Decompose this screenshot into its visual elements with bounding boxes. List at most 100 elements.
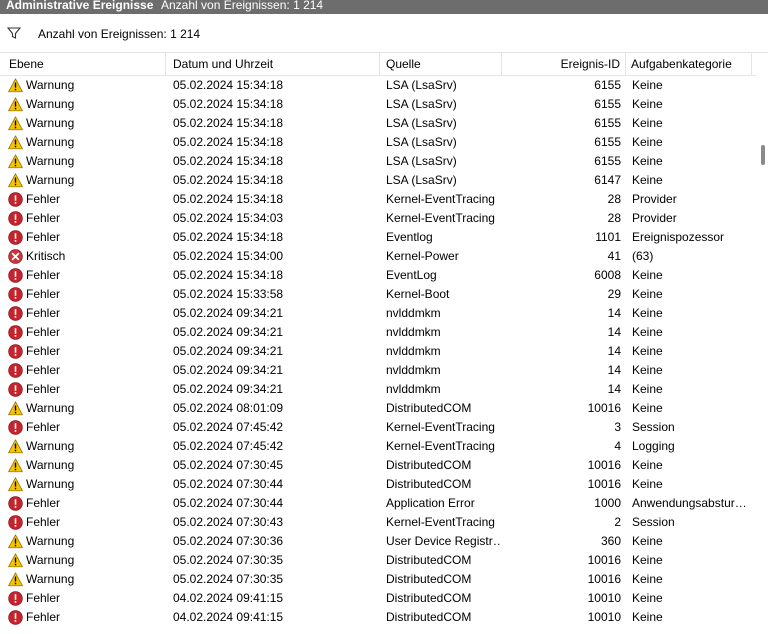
- cell-level: Fehler: [8, 190, 166, 209]
- table-row[interactable]: Warnung 05.02.2024 15:34:18 LSA (LsaSrv) 61…: [0, 171, 756, 190]
- column-header-source[interactable]: Quelle: [380, 53, 502, 75]
- table-row[interactable]: Warnung 05.02.2024 07:30:36 User Device Re…: [0, 532, 756, 551]
- cell-level: Warnung: [8, 570, 166, 589]
- cell-event-id: 29: [607, 287, 621, 301]
- cell-date: 05.02.2024 15:34:18: [173, 135, 284, 149]
- table-row[interactable]: Warnung 05.02.2024 07:30:45 DistributedCOM…: [0, 456, 756, 475]
- table-row[interactable]: Warnung 05.02.2024 07:30:35 DistributedCOM…: [0, 551, 756, 570]
- table-row[interactable]: Fehler 05.02.2024 07:45:42 Kernel-EventTra…: [0, 418, 756, 437]
- cell-source: DistributedCOM: [386, 401, 472, 415]
- level-label: Fehler: [26, 610, 61, 624]
- table-row[interactable]: Fehler 04.02.2024 09:41:15 DistributedCOM 1…: [0, 589, 756, 608]
- cell-date: 05.02.2024 15:34:00: [173, 249, 284, 263]
- level-label: Fehler: [26, 268, 61, 282]
- cell-level: Fehler: [8, 342, 166, 361]
- cell-source: DistributedCOM: [386, 610, 472, 624]
- cell-event-id: 28: [607, 192, 621, 206]
- column-header: Ebene Datum und Uhrzeit Quelle Ereignis-…: [0, 53, 756, 76]
- cell-category: Session: [632, 515, 675, 529]
- column-header-event-id[interactable]: Ereignis-ID: [502, 53, 626, 75]
- cell-date: 05.02.2024 15:34:18: [173, 173, 284, 187]
- cell-level: Fehler: [8, 266, 166, 285]
- cell-category: Keine: [632, 401, 663, 415]
- column-header-date[interactable]: Datum und Uhrzeit: [166, 53, 380, 75]
- cell-event-id: 2: [614, 515, 621, 529]
- table-row[interactable]: Fehler 05.02.2024 15:34:18 Eventlog 1101 Ere…: [0, 228, 756, 247]
- table-row[interactable]: Fehler 05.02.2024 09:34:21 nvlddmkm 14 Keine: [0, 380, 756, 399]
- cell-event-id: 4: [614, 439, 621, 453]
- cell-level: Warnung: [8, 399, 166, 418]
- warning-icon: [8, 477, 23, 492]
- error-icon: [8, 591, 23, 606]
- panel-event-count: Anzahl von Ereignissen: 1 214: [161, 0, 324, 12]
- table-row[interactable]: Fehler 05.02.2024 09:34:21 nvlddmkm 14 Keine: [0, 304, 756, 323]
- table-row[interactable]: Warnung 05.02.2024 15:34:18 LSA (LsaSrv) 61…: [0, 114, 756, 133]
- cell-event-id: 6155: [594, 154, 621, 168]
- table-row[interactable]: Fehler 05.02.2024 15:34:18 Kernel-EventTra…: [0, 190, 756, 209]
- cell-date: 05.02.2024 07:45:42: [173, 439, 284, 453]
- table-row[interactable]: Fehler 05.02.2024 09:34:21 nvlddmkm 14 Keine: [0, 361, 756, 380]
- level-label: Warnung: [26, 572, 75, 586]
- cell-event-id: 10016: [587, 401, 621, 415]
- cell-category: Keine: [632, 382, 663, 396]
- table-row[interactable]: Fehler 05.02.2024 07:30:44 Application Err…: [0, 494, 756, 513]
- table-row[interactable]: Fehler 05.02.2024 15:34:03 Kernel-EventTra…: [0, 209, 756, 228]
- level-label: Fehler: [26, 325, 61, 339]
- filter-icon[interactable]: [7, 26, 21, 40]
- level-label: Fehler: [26, 420, 61, 434]
- error-icon: [8, 363, 23, 378]
- warning-icon: [8, 154, 23, 169]
- table-row[interactable]: Fehler 05.02.2024 09:34:21 nvlddmkm 14 Keine: [0, 323, 756, 342]
- level-label: Warnung: [26, 154, 75, 168]
- vertical-scrollbar[interactable]: [756, 53, 768, 634]
- table-row[interactable]: Warnung 05.02.2024 15:34:18 LSA (LsaSrv) 61…: [0, 152, 756, 171]
- event-list[interactable]: Warnung 05.02.2024 15:34:18 LSA (LsaSrv) 61…: [0, 76, 756, 634]
- cell-source: nvlddmkm: [386, 306, 441, 320]
- cell-source: EventLog: [386, 268, 437, 282]
- cell-date: 05.02.2024 07:30:44: [173, 477, 284, 491]
- cell-level: Fehler: [8, 418, 166, 437]
- cell-category: Keine: [632, 344, 663, 358]
- cell-date: 05.02.2024 15:34:18: [173, 116, 284, 130]
- column-header-level[interactable]: Ebene: [0, 53, 166, 75]
- level-label: Fehler: [26, 287, 61, 301]
- critical-icon: [8, 249, 23, 264]
- cell-category: Logging: [632, 439, 675, 453]
- cell-date: 05.02.2024 09:34:21: [173, 363, 284, 377]
- cell-event-id: 6155: [594, 135, 621, 149]
- cell-category: Keine: [632, 477, 663, 491]
- filter-bar: Anzahl von Ereignissen: 1 214: [0, 14, 768, 53]
- table-row[interactable]: Warnung 05.02.2024 07:45:42 Kernel-EventTr…: [0, 437, 756, 456]
- title-bar: Administrative Ereignisse Anzahl von Ere…: [0, 0, 768, 14]
- table-row[interactable]: Fehler 05.02.2024 09:34:21 nvlddmkm 14 Keine: [0, 342, 756, 361]
- cell-date: 05.02.2024 07:30:44: [173, 496, 284, 510]
- table-row[interactable]: Kritisch 05.02.2024 15:34:00 Kernel-Power 4…: [0, 247, 756, 266]
- table-row[interactable]: Warnung 05.02.2024 07:30:35 DistributedCOM…: [0, 570, 756, 589]
- cell-date: 05.02.2024 15:34:18: [173, 268, 284, 282]
- table-row[interactable]: Warnung 05.02.2024 08:01:09 DistributedCOM…: [0, 399, 756, 418]
- error-icon: [8, 344, 23, 359]
- cell-date: 05.02.2024 07:30:43: [173, 515, 284, 529]
- column-header-category[interactable]: Aufgabenkategorie: [626, 53, 752, 75]
- table-row[interactable]: Fehler 04.02.2024 09:41:15 DistributedCOM 1…: [0, 608, 756, 627]
- cell-level: Fehler: [8, 494, 166, 513]
- cell-level: Kritisch: [8, 247, 166, 266]
- table-row[interactable]: Fehler 05.02.2024 15:34:18 EventLog 6008 Kei…: [0, 266, 756, 285]
- table-row[interactable]: Warnung 05.02.2024 15:34:18 LSA (LsaSrv) 61…: [0, 133, 756, 152]
- level-label: Warnung: [26, 78, 75, 92]
- cell-source: Kernel-EventTracing: [386, 439, 495, 453]
- cell-level: Fehler: [8, 513, 166, 532]
- table-row[interactable]: Warnung 05.02.2024 15:34:18 LSA (LsaSrv) 61…: [0, 95, 756, 114]
- table-row[interactable]: Warnung 05.02.2024 15:34:18 LSA (LsaSrv) 61…: [0, 76, 756, 95]
- table-row[interactable]: Fehler 05.02.2024 07:30:43 Kernel-EventTra…: [0, 513, 756, 532]
- error-icon: [8, 515, 23, 530]
- table-row[interactable]: Warnung 05.02.2024 07:30:44 DistributedCOM…: [0, 475, 756, 494]
- cell-level: Fehler: [8, 361, 166, 380]
- table-row[interactable]: Fehler 05.02.2024 15:33:58 Kernel-Boot 29 Ke…: [0, 285, 756, 304]
- cell-category: Keine: [632, 572, 663, 586]
- cell-level: Warnung: [8, 95, 166, 114]
- scrollbar-thumb[interactable]: [761, 145, 765, 165]
- cell-date: 05.02.2024 07:30:45: [173, 458, 284, 472]
- cell-level: Fehler: [8, 209, 166, 228]
- error-icon: [8, 420, 23, 435]
